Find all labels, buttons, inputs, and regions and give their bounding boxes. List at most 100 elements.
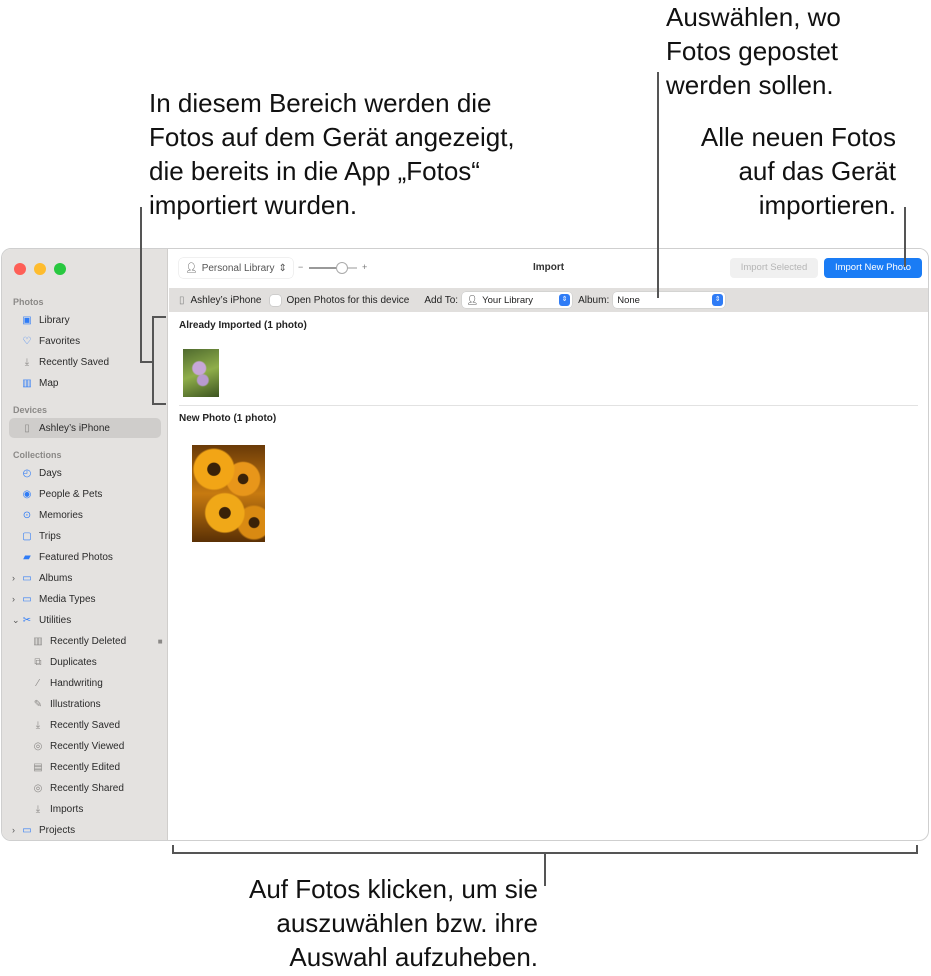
sidebar-item-map[interactable]: ▥ Map <box>21 374 58 392</box>
label: Utilities <box>39 614 72 626</box>
sidebar-item-memories[interactable]: ⊙ Memories <box>21 506 83 524</box>
sidebar-item-recently-saved-util[interactable]: ⤓ Recently Saved <box>32 716 120 734</box>
close-button[interactable] <box>14 263 26 275</box>
sidebar-item-people-pets[interactable]: ◉ People & Pets <box>21 485 103 503</box>
callout-import-new: Alle neuen Fotos auf das Gerät importier… <box>701 120 896 222</box>
label: Featured Photos <box>39 551 113 563</box>
chevron-right-icon[interactable]: › <box>12 825 15 835</box>
sidebar-item-favorites[interactable]: ♡ Favorites <box>21 332 81 350</box>
sidebar-item-duplicates[interactable]: ⧉ Duplicates <box>32 653 97 671</box>
toolbar: 👤︎ Personal Library ⇕ − + Import Import Se… <box>169 249 928 288</box>
zoom-button[interactable] <box>54 263 66 275</box>
callout-leader <box>544 852 546 886</box>
chevron-right-icon[interactable]: › <box>12 573 15 583</box>
zoom-slider-thumb[interactable] <box>337 263 347 273</box>
chevron-right-icon[interactable]: › <box>12 594 15 604</box>
new-photo[interactable] <box>192 445 265 542</box>
zoom-in-icon[interactable]: + <box>362 262 367 272</box>
already-imported-heading: Already Imported (1 photo) <box>179 320 307 331</box>
person-icon: 👤︎ <box>185 262 198 274</box>
clock-icon: ◴ <box>22 467 32 479</box>
callout-leader <box>657 72 659 298</box>
label: People & Pets <box>39 488 103 500</box>
label: Recently Shared <box>50 782 124 794</box>
callout-album: Auswählen, wo Fotos gepostet werden soll… <box>666 0 841 102</box>
label: Media Types <box>39 593 96 605</box>
already-imported-photo[interactable] <box>183 349 219 397</box>
open-photos-checkbox[interactable] <box>269 294 281 306</box>
label: Projects <box>39 824 76 836</box>
label: Favorites <box>39 335 81 347</box>
add-to-select[interactable]: 👤︎ Your Library ⇕ <box>462 292 573 308</box>
label: Trips <box>39 530 61 542</box>
callout-line: Auf Fotos klicken, um sie <box>249 874 538 904</box>
import-selected-button[interactable]: Import Selected <box>730 258 818 278</box>
folder-icon: ▭ <box>22 824 32 836</box>
heart-icon: ♡ <box>22 335 32 347</box>
sidebar-item-recently-deleted[interactable]: ▥ Recently Deleted ■ <box>32 632 166 650</box>
download-icon: ⤓ <box>24 356 30 368</box>
map-icon: ▥ <box>22 377 32 389</box>
zoom-slider[interactable] <box>309 263 357 273</box>
photo-icon: ▰ <box>23 551 31 563</box>
sidebar-item-utilities[interactable]: ✂ Utilities <box>21 611 71 629</box>
sidebar-item-illustrations[interactable]: ✎ Illustrations <box>32 695 101 713</box>
label: Library <box>39 314 70 326</box>
library-picker[interactable]: 👤︎ Personal Library ⇕ <box>179 258 293 278</box>
shared-icon: ◎ <box>33 782 43 794</box>
folder-icon: ▭ <box>22 593 32 605</box>
label: Recently Saved <box>39 356 110 368</box>
label: Recently Deleted <box>50 635 127 647</box>
label: Duplicates <box>50 656 97 668</box>
section-devices: Devices <box>13 405 48 415</box>
updown-chevron-icon: ⇕ <box>278 262 287 274</box>
memories-icon: ⊙ <box>22 509 32 521</box>
sidebar-item-device[interactable]: ▯ Ashley’s iPhone <box>21 419 110 437</box>
label: Ashley’s iPhone <box>39 422 110 434</box>
callout-line: werden sollen. <box>666 70 834 100</box>
sidebar-item-projects[interactable]: ▭ Projects <box>21 821 75 839</box>
sidebar-item-recently-saved[interactable]: ⤓ Recently Saved <box>21 353 109 371</box>
callout-bracket <box>172 845 174 854</box>
callout-line: Auswahl aufzuheben. <box>289 942 538 972</box>
sidebar-item-albums[interactable]: ▭ Albums <box>21 569 72 587</box>
callout-line: Fotos auf dem Gerät angezeigt, <box>149 122 515 152</box>
window-controls <box>14 263 66 275</box>
import-new-photo-button[interactable]: Import New Photo <box>824 258 922 278</box>
sidebar-item-recently-viewed[interactable]: ◎ Recently Viewed <box>32 737 125 755</box>
callout-line: importiert wurden. <box>149 190 358 220</box>
callout-select-photos: Auf Fotos klicken, um sie auszuwählen bz… <box>249 872 538 974</box>
sidebar-item-days[interactable]: ◴ Days <box>21 464 62 482</box>
illustration-icon: ✎ <box>33 698 43 710</box>
sidebar-item-recently-edited[interactable]: ▤ Recently Edited <box>32 758 120 776</box>
callout-line: auf das Gerät <box>738 156 896 186</box>
callout-line: Alle neuen Fotos <box>700 122 896 152</box>
suitcase-icon: ▢ <box>22 530 32 542</box>
sidebar-item-imports[interactable]: ⤓ Imports <box>32 800 84 818</box>
zoom-out-icon[interactable]: − <box>298 262 303 272</box>
section-collections: Collections <box>13 450 62 460</box>
folder-icon: ▭ <box>22 572 32 584</box>
label: Days <box>39 467 62 479</box>
label: Handwriting <box>50 677 103 689</box>
label: Memories <box>39 509 83 521</box>
chevron-down-icon[interactable]: ⌄ <box>12 615 20 626</box>
callout-leader <box>140 207 142 363</box>
sidebar-item-handwriting[interactable]: ⁄ Handwriting <box>32 674 103 692</box>
device-bar: ▯ Ashley’s iPhone Open Photos for this d… <box>169 288 928 312</box>
minimize-button[interactable] <box>34 263 46 275</box>
import-content: Already Imported (1 photo) New Photo (1 … <box>169 312 928 840</box>
sidebar-item-recently-shared[interactable]: ◎ Recently Shared <box>32 779 124 797</box>
new-photo-heading: New Photo (1 photo) <box>179 413 277 424</box>
sidebar-item-library[interactable]: ▣ Library <box>21 311 70 329</box>
album-select[interactable]: None ⇕ <box>613 292 726 308</box>
sidebar-item-media-types[interactable]: ▭ Media Types <box>21 590 96 608</box>
sidebar: Photos ▣ Library ♡ Favorites ⤓ Recently Sav… <box>2 249 168 840</box>
person-circle-icon: ◉ <box>22 488 32 500</box>
callout-leader <box>904 207 906 267</box>
sidebar-item-trips[interactable]: ▢ Trips <box>21 527 61 545</box>
sidebar-item-featured-photos[interactable]: ▰ Featured Photos <box>21 548 113 566</box>
label: Map <box>39 377 59 389</box>
trash-icon: ▥ <box>33 635 43 647</box>
callout-bracket <box>152 316 166 318</box>
